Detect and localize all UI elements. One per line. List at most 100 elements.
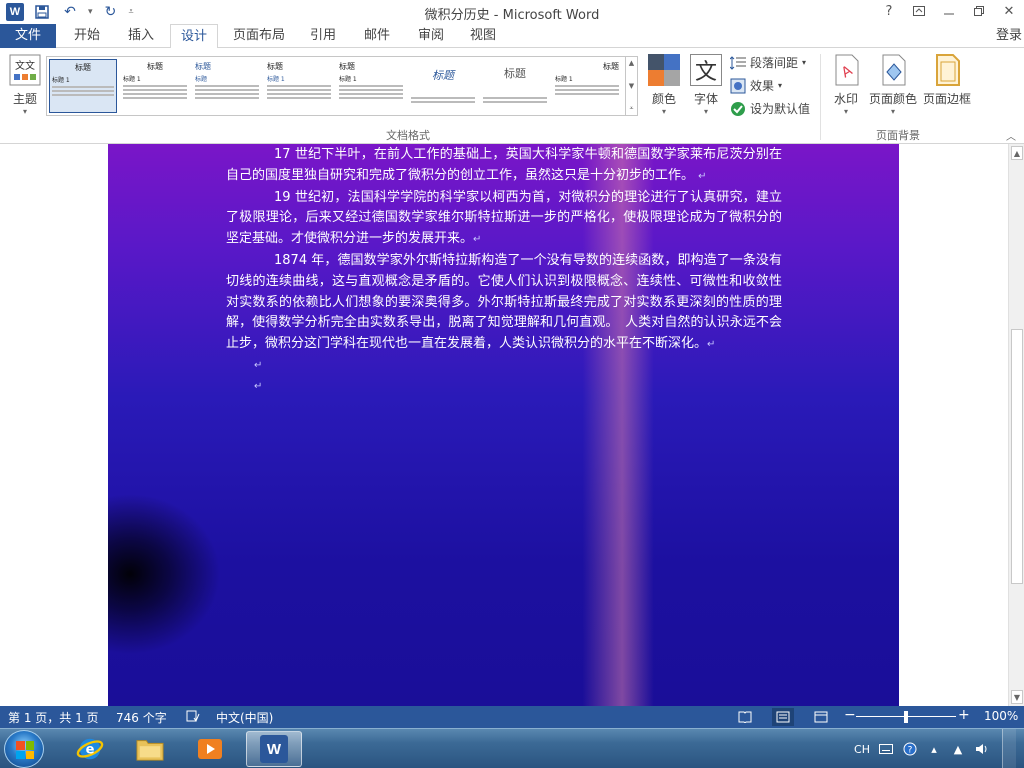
style-set-item[interactable]: 标题 [481, 59, 549, 113]
close-icon[interactable]: ✕ [994, 0, 1024, 22]
svg-text:?: ? [908, 746, 913, 756]
style-set-heading: 标题 1 [52, 77, 70, 84]
themes-icon: 文文 [9, 54, 41, 86]
keyboard-icon[interactable] [878, 741, 894, 757]
word-app-icon[interactable]: W [6, 3, 24, 21]
tab-page-layout[interactable]: 页面布局 [226, 24, 292, 48]
word-count[interactable]: 746 个字 [116, 709, 167, 726]
read-mode-icon[interactable] [734, 708, 756, 726]
tray-expand-icon[interactable]: ▴ [926, 741, 942, 757]
document-body[interactable]: 17 世纪下半叶，在前人工作的基础上，英国大科学家牛顿和德国数学家莱布尼茨分别在… [226, 145, 782, 398]
ribbon-display-options-icon[interactable] [904, 0, 934, 22]
volume-icon[interactable] [974, 741, 990, 757]
fonts-icon: 文 [690, 54, 722, 86]
scroll-down-icon[interactable]: ▼ [1011, 690, 1023, 704]
zoom-slider-thumb[interactable] [904, 711, 908, 723]
scroll-thumb[interactable] [1011, 329, 1023, 584]
status-bar: 第 1 页，共 1 页 746 个字 中文(中国) − + 100% [0, 706, 1024, 728]
paragraph-spacing-button[interactable]: 段落间距 ▾ [729, 54, 806, 71]
word-icon: W [260, 735, 288, 763]
style-set-title: 标题 [432, 70, 454, 82]
proofing-icon[interactable] [186, 709, 200, 726]
style-set-title: 标题 [195, 62, 211, 71]
style-set-item[interactable]: 标题 标题 [193, 59, 261, 113]
paragraph[interactable]: 17 世纪下半叶，在前人工作的基础上，英国大科学家牛顿和德国数学家莱布尼茨分别在… [226, 145, 782, 188]
scroll-down-icon[interactable]: ▼ [629, 82, 634, 90]
document-page[interactable]: 17 世纪下半叶，在前人工作的基础上，英国大科学家牛顿和德国数学家莱布尼茨分别在… [108, 144, 899, 706]
tab-design[interactable]: 设计 [170, 24, 218, 49]
taskbar-internet-explorer[interactable]: e [62, 731, 118, 767]
window-title: 微积分历史 - Microsoft Word [424, 8, 600, 23]
effects-icon [730, 78, 746, 94]
tab-mailings[interactable]: 邮件 [354, 24, 400, 48]
print-layout-icon[interactable] [772, 708, 794, 726]
ribbon-design: 文文 主题 ▾ 标题 标题 1 标题 标题 1 标题 标题 标题 标题 1 标题… [0, 48, 1024, 144]
minimize-icon[interactable] [934, 0, 964, 22]
style-set-heading: 标题 [195, 76, 208, 83]
sign-in-link[interactable]: 登录 [996, 24, 1022, 48]
taskbar-media-player[interactable] [182, 731, 238, 767]
style-set-item[interactable]: 标题 标题 1 [553, 59, 621, 113]
start-button[interactable] [4, 730, 44, 768]
windows-taskbar: e W CH ? ▴ ▲ [0, 728, 1024, 768]
input-language[interactable]: CH [854, 743, 870, 756]
scroll-up-icon[interactable]: ▲ [1011, 146, 1023, 160]
style-set-item[interactable]: 标题 标题 1 [337, 59, 405, 113]
undo-dropdown-icon[interactable]: ▾ [88, 7, 93, 17]
style-set-title: 标题 [147, 62, 163, 71]
paragraph[interactable]: 19 世纪初，法国科学学院的科学家以柯西为首，对微积分的理论进行了认真研究，建立… [226, 188, 782, 251]
tab-references[interactable]: 引用 [300, 24, 346, 48]
taskbar-file-explorer[interactable] [122, 731, 178, 767]
empty-paragraph[interactable]: ↵ [226, 377, 782, 398]
style-set-item[interactable]: 标题 [409, 59, 477, 113]
collapse-ribbon-icon[interactable]: ︿ [1006, 128, 1016, 143]
page-count[interactable]: 第 1 页，共 1 页 [8, 709, 99, 726]
effects-button[interactable]: 效果 ▾ [730, 77, 782, 94]
tab-home[interactable]: 开始 [64, 24, 110, 48]
paragraph-spacing-label: 段落间距 [750, 56, 799, 70]
restore-icon[interactable] [964, 0, 994, 22]
set-as-default-button[interactable]: 设为默认值 [730, 100, 810, 117]
style-set-gallery: 标题 标题 1 标题 标题 1 标题 标题 标题 标题 1 标题 标题 1 标题 [46, 56, 638, 116]
action-center-icon[interactable]: ▲ [950, 741, 966, 757]
style-set-item[interactable]: 标题 标题 1 [49, 59, 117, 113]
zoom-level[interactable]: 100% [984, 709, 1018, 723]
page-borders-button[interactable]: 页面边框 [922, 54, 972, 107]
vertical-scrollbar[interactable]: ▲ ▼ [1008, 144, 1024, 706]
web-layout-icon[interactable] [810, 708, 832, 726]
watermark-button[interactable]: A 水印 ▾ [830, 54, 862, 116]
page-color-button[interactable]: 页面颜色 ▾ [868, 54, 918, 116]
style-set-title: 标题 [75, 63, 91, 72]
document-formatting-group-label: 文档格式 [386, 129, 430, 142]
colors-button[interactable]: 颜色 ▾ [646, 54, 682, 116]
fonts-button[interactable]: 文 字体 ▾ [688, 54, 724, 116]
style-set-title: 标题 [504, 68, 526, 80]
style-set-item[interactable]: 标题 标题 1 [265, 59, 333, 113]
gallery-scroll[interactable]: ▲ ▼ ⩡ [625, 57, 637, 115]
zoom-in-button[interactable]: + [958, 707, 970, 723]
tab-view[interactable]: 视图 [460, 24, 506, 48]
style-set-heading: 标题 1 [555, 76, 573, 83]
document-area[interactable]: 17 世纪下半叶，在前人工作的基础上，英国大科学家牛顿和德国数学家莱布尼茨分别在… [0, 144, 1008, 706]
undo-icon[interactable]: ↶ [60, 2, 80, 22]
style-set-item[interactable]: 标题 标题 1 [121, 59, 189, 113]
help-icon[interactable]: ? [902, 741, 918, 757]
tab-review[interactable]: 审阅 [408, 24, 454, 48]
customize-qat-icon[interactable]: ⩡ [129, 7, 134, 17]
language-indicator[interactable]: 中文(中国) [216, 709, 273, 726]
scroll-up-icon[interactable]: ▲ [629, 59, 634, 67]
more-icon[interactable]: ⩡ [630, 104, 634, 113]
help-button[interactable]: ? [874, 0, 904, 22]
paragraph[interactable]: 1874 年，德国数学家外尔斯特拉斯构造了一个没有导数的连续函数，即构造了一条没… [226, 251, 782, 356]
tab-insert[interactable]: 插入 [118, 24, 164, 48]
folder-icon [136, 735, 164, 763]
tab-file[interactable]: 文件 [0, 24, 56, 48]
redo-icon[interactable]: ↻ [101, 2, 121, 22]
themes-button[interactable]: 文文 主题 ▾ [8, 54, 42, 116]
show-desktop-button[interactable] [1002, 729, 1016, 768]
zoom-out-button[interactable]: − [844, 707, 856, 723]
chevron-down-icon: ▾ [890, 107, 895, 116]
save-icon[interactable] [32, 2, 52, 22]
empty-paragraph[interactable]: ↵ [226, 356, 782, 377]
taskbar-word[interactable]: W [246, 731, 302, 767]
